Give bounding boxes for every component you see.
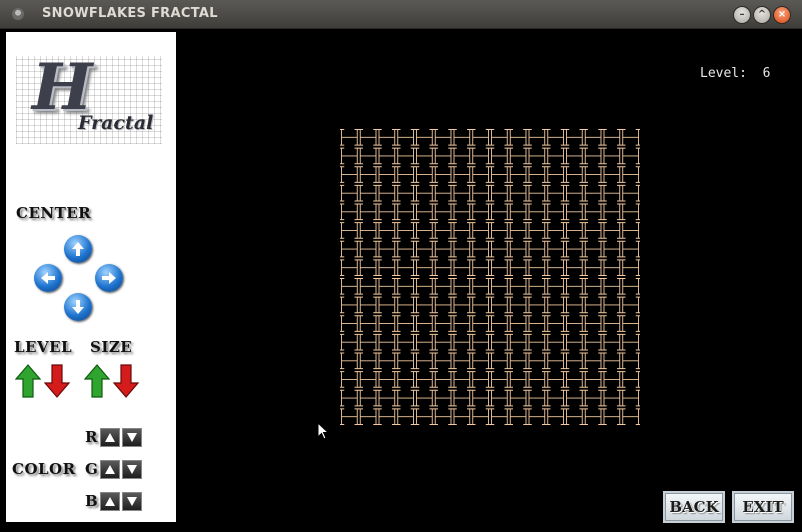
- move-left-button[interactable]: [34, 264, 62, 292]
- move-down-button[interactable]: [64, 293, 92, 321]
- green-decrease-button[interactable]: [122, 460, 142, 479]
- minimize-icon[interactable]: –: [733, 6, 751, 24]
- move-right-button[interactable]: [95, 264, 123, 292]
- arrow-down-icon: [72, 300, 84, 314]
- blue-label: B: [85, 492, 99, 510]
- size-up-button[interactable]: [84, 364, 110, 398]
- triangle-up-icon: [105, 497, 115, 506]
- h-fractal-canvas[interactable]: [340, 128, 640, 426]
- red-decrease-button[interactable]: [122, 428, 142, 447]
- triangle-up-icon: [105, 433, 115, 442]
- triangle-down-icon: [127, 433, 137, 442]
- center-label: CENTER: [16, 204, 92, 222]
- app-window: SNOWFLAKES FRACTAL – ^ × H Fractal CENTE…: [0, 0, 802, 532]
- color-label: COLOR: [12, 460, 76, 478]
- mouse-cursor-icon: [317, 422, 329, 440]
- title-bar[interactable]: SNOWFLAKES FRACTAL – ^ ×: [0, 0, 802, 29]
- arrow-left-icon: [41, 272, 55, 284]
- arrow-up-icon: [72, 242, 84, 256]
- triangle-up-icon: [105, 465, 115, 474]
- triangle-down-icon: [127, 465, 137, 474]
- green-label: G: [85, 460, 99, 478]
- level-down-button[interactable]: [44, 364, 70, 398]
- size-label: SIZE: [90, 338, 133, 356]
- red-label: R: [85, 428, 98, 446]
- blue-increase-button[interactable]: [100, 492, 120, 511]
- move-up-button[interactable]: [64, 235, 92, 263]
- red-increase-button[interactable]: [100, 428, 120, 447]
- close-icon[interactable]: ×: [773, 6, 791, 24]
- fractal-lines: [340, 129, 640, 425]
- control-panel: H Fractal CENTER LEVEL SIZE R COLOR G B: [6, 32, 176, 522]
- logo-subtitle: Fractal: [78, 112, 154, 134]
- level-up-button[interactable]: [15, 364, 41, 398]
- green-increase-button[interactable]: [100, 460, 120, 479]
- window-title: SNOWFLAKES FRACTAL: [42, 6, 218, 21]
- h-fractal-logo: H Fractal: [16, 50, 162, 144]
- size-down-button[interactable]: [113, 364, 139, 398]
- triangle-down-icon: [127, 497, 137, 506]
- back-button[interactable]: BACK: [663, 491, 725, 523]
- arrow-right-icon: [102, 272, 116, 284]
- window-menu-icon[interactable]: [12, 8, 24, 20]
- maximize-icon[interactable]: ^: [753, 6, 771, 24]
- level-label: LEVEL: [14, 338, 73, 356]
- blue-decrease-button[interactable]: [122, 492, 142, 511]
- level-readout: Level: 6: [700, 66, 771, 81]
- exit-button[interactable]: EXIT: [732, 491, 794, 523]
